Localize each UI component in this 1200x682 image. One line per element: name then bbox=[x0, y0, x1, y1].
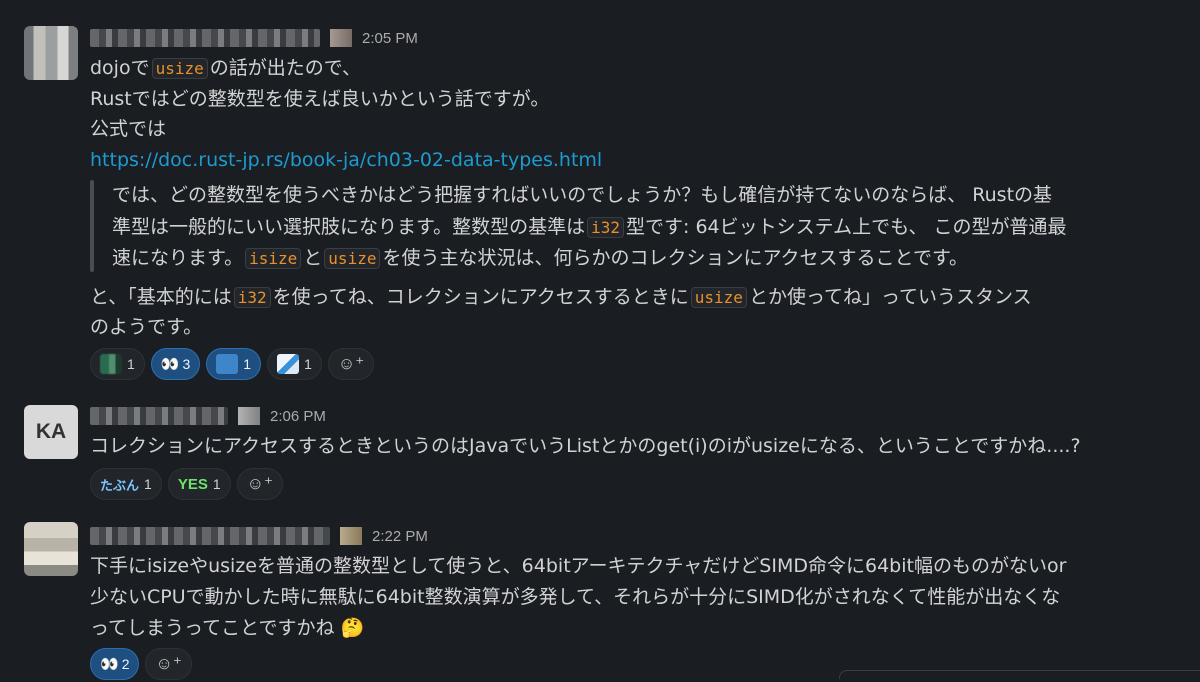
pixelated-emoji-icon bbox=[100, 354, 122, 374]
quote-line: 速になります。 isize と usize を使う主な状況は、何らかのコレクションにアク… bbox=[112, 243, 968, 273]
sender-badge-redacted bbox=[238, 407, 260, 425]
message-line: Rustではどの整数型を使えば良いかという話ですが。 bbox=[90, 88, 550, 110]
tabun-emoji-icon: たぶん bbox=[100, 477, 140, 493]
timestamp[interactable]: 2:05 PM bbox=[362, 30, 418, 47]
reactions-bar: 👀 2 ☺⁺ bbox=[90, 648, 192, 682]
map-emoji-icon bbox=[277, 354, 300, 374]
yes-emoji-icon: YES bbox=[177, 475, 208, 493]
add-reaction-button[interactable]: ☺⁺ bbox=[145, 648, 192, 680]
reaction-pixelated[interactable]: 1 bbox=[90, 348, 145, 380]
sender-name-redacted[interactable] bbox=[90, 29, 320, 47]
reaction-count: 1 bbox=[243, 356, 252, 372]
message-line: dojoで usize の話が出たので、 bbox=[90, 53, 361, 83]
text: を使ってね、コレクションにアクセスするときに bbox=[272, 286, 689, 308]
reaction-count: 1 bbox=[212, 476, 221, 492]
reaction-yes[interactable]: YES 1 bbox=[167, 468, 231, 500]
quote-bar bbox=[90, 180, 94, 272]
inline-code: i32 bbox=[233, 287, 271, 308]
reactions-bar: 1 👀 3 1 1 ☺⁺ bbox=[90, 348, 375, 382]
reaction-eyes[interactable]: 👀 3 bbox=[150, 348, 201, 380]
quote-line: では、どの整数型を使うべきかはどう把握すればいいのでしょうか？もし確信が持てない… bbox=[112, 184, 1053, 206]
reaction-count: 1 bbox=[144, 476, 152, 492]
doc-link[interactable]: https://doc.rust-jp.rs/book-ja/ch03-02-d… bbox=[90, 149, 602, 171]
reaction-count: 2 bbox=[121, 656, 130, 672]
eyes-emoji-icon: 👀 bbox=[100, 656, 119, 673]
inline-code: usize bbox=[690, 287, 747, 308]
reaction-count: 1 bbox=[127, 356, 135, 372]
eyes-emoji-icon: 👀 bbox=[160, 356, 180, 373]
sender-name-redacted[interactable] bbox=[90, 527, 330, 545]
inline-code: usize bbox=[324, 248, 381, 269]
user-avatar[interactable] bbox=[24, 522, 78, 576]
inline-code: usize bbox=[151, 58, 208, 79]
message-line: ってしまうってことですかね 🤔 bbox=[90, 617, 365, 639]
reactions-bar: たぶん 1 YES 1 ☺⁺ bbox=[90, 468, 283, 502]
kanji-emoji-icon bbox=[216, 354, 239, 374]
add-reaction-icon: ☺⁺ bbox=[246, 474, 273, 493]
reaction-count: 3 bbox=[182, 356, 191, 372]
inline-code: i32 bbox=[587, 217, 625, 238]
reaction-eyes[interactable]: 👀 2 bbox=[90, 648, 140, 680]
user-avatar[interactable] bbox=[24, 26, 78, 80]
text: と bbox=[303, 247, 323, 269]
text: 速になります。 bbox=[112, 247, 244, 269]
text: 準型は一般的にいい選択肢になります。整数型の基準は bbox=[112, 216, 586, 238]
message-line: 少ないCPUで動かした時に無駄に64bit整数演算が多発して、それらが十分にSI… bbox=[90, 586, 1061, 608]
add-reaction-button[interactable]: ☺⁺ bbox=[327, 348, 375, 380]
message-line: 下手にisizeやusizeを普通の整数型として使うと、64bitアーキテクチャ… bbox=[90, 555, 1067, 577]
reaction-count: 1 bbox=[304, 356, 312, 372]
reaction-kanji[interactable]: 1 bbox=[206, 348, 262, 380]
message-header: 2:05 PM bbox=[90, 27, 418, 49]
message-header: 2:06 PM bbox=[90, 405, 326, 427]
sender-badge-redacted bbox=[340, 527, 362, 545]
quote-line: 準型は一般的にいい選択肢になります。整数型の基準は i32 型です: 64ビットシス… bbox=[112, 212, 1067, 242]
text: を使う主な状況は、何らかのコレクションにアクセスすることです。 bbox=[382, 247, 969, 269]
composer-edge bbox=[839, 670, 1200, 679]
add-reaction-icon: ☺⁺ bbox=[337, 354, 365, 373]
text: とか使ってね」っていうスタンス bbox=[748, 286, 1032, 308]
reaction-map[interactable]: 1 bbox=[267, 348, 322, 380]
inline-code: isize bbox=[245, 248, 302, 269]
sender-badge-redacted bbox=[330, 29, 352, 47]
sender-name-redacted[interactable] bbox=[90, 407, 228, 425]
user-avatar[interactable]: KA bbox=[24, 405, 78, 459]
text: 型です: 64ビットシステム上でも、 この型が普通最 bbox=[626, 216, 1067, 238]
message-line: のようです。 bbox=[90, 316, 203, 338]
message-line: 公式では bbox=[90, 118, 167, 140]
timestamp[interactable]: 2:06 PM bbox=[270, 408, 326, 425]
text: の話が出たので、 bbox=[209, 57, 362, 79]
reaction-tabun[interactable]: たぶん 1 bbox=[90, 468, 162, 500]
message-line: コレクションにアクセスするときというのはJavaでいうListとかのget(i)… bbox=[90, 435, 1081, 457]
add-reaction-icon: ☺⁺ bbox=[155, 654, 182, 673]
text: と、「基本的には bbox=[90, 286, 232, 308]
text: dojoで bbox=[90, 57, 150, 79]
message-line: と、「基本的には i32 を使ってね、コレクションにアクセスするときに usize とか… bbox=[90, 282, 1032, 312]
timestamp[interactable]: 2:22 PM bbox=[372, 528, 428, 545]
message-line: https://doc.rust-jp.rs/book-ja/ch03-02-d… bbox=[90, 145, 602, 175]
add-reaction-button[interactable]: ☺⁺ bbox=[236, 468, 283, 500]
message-header: 2:22 PM bbox=[90, 525, 428, 547]
